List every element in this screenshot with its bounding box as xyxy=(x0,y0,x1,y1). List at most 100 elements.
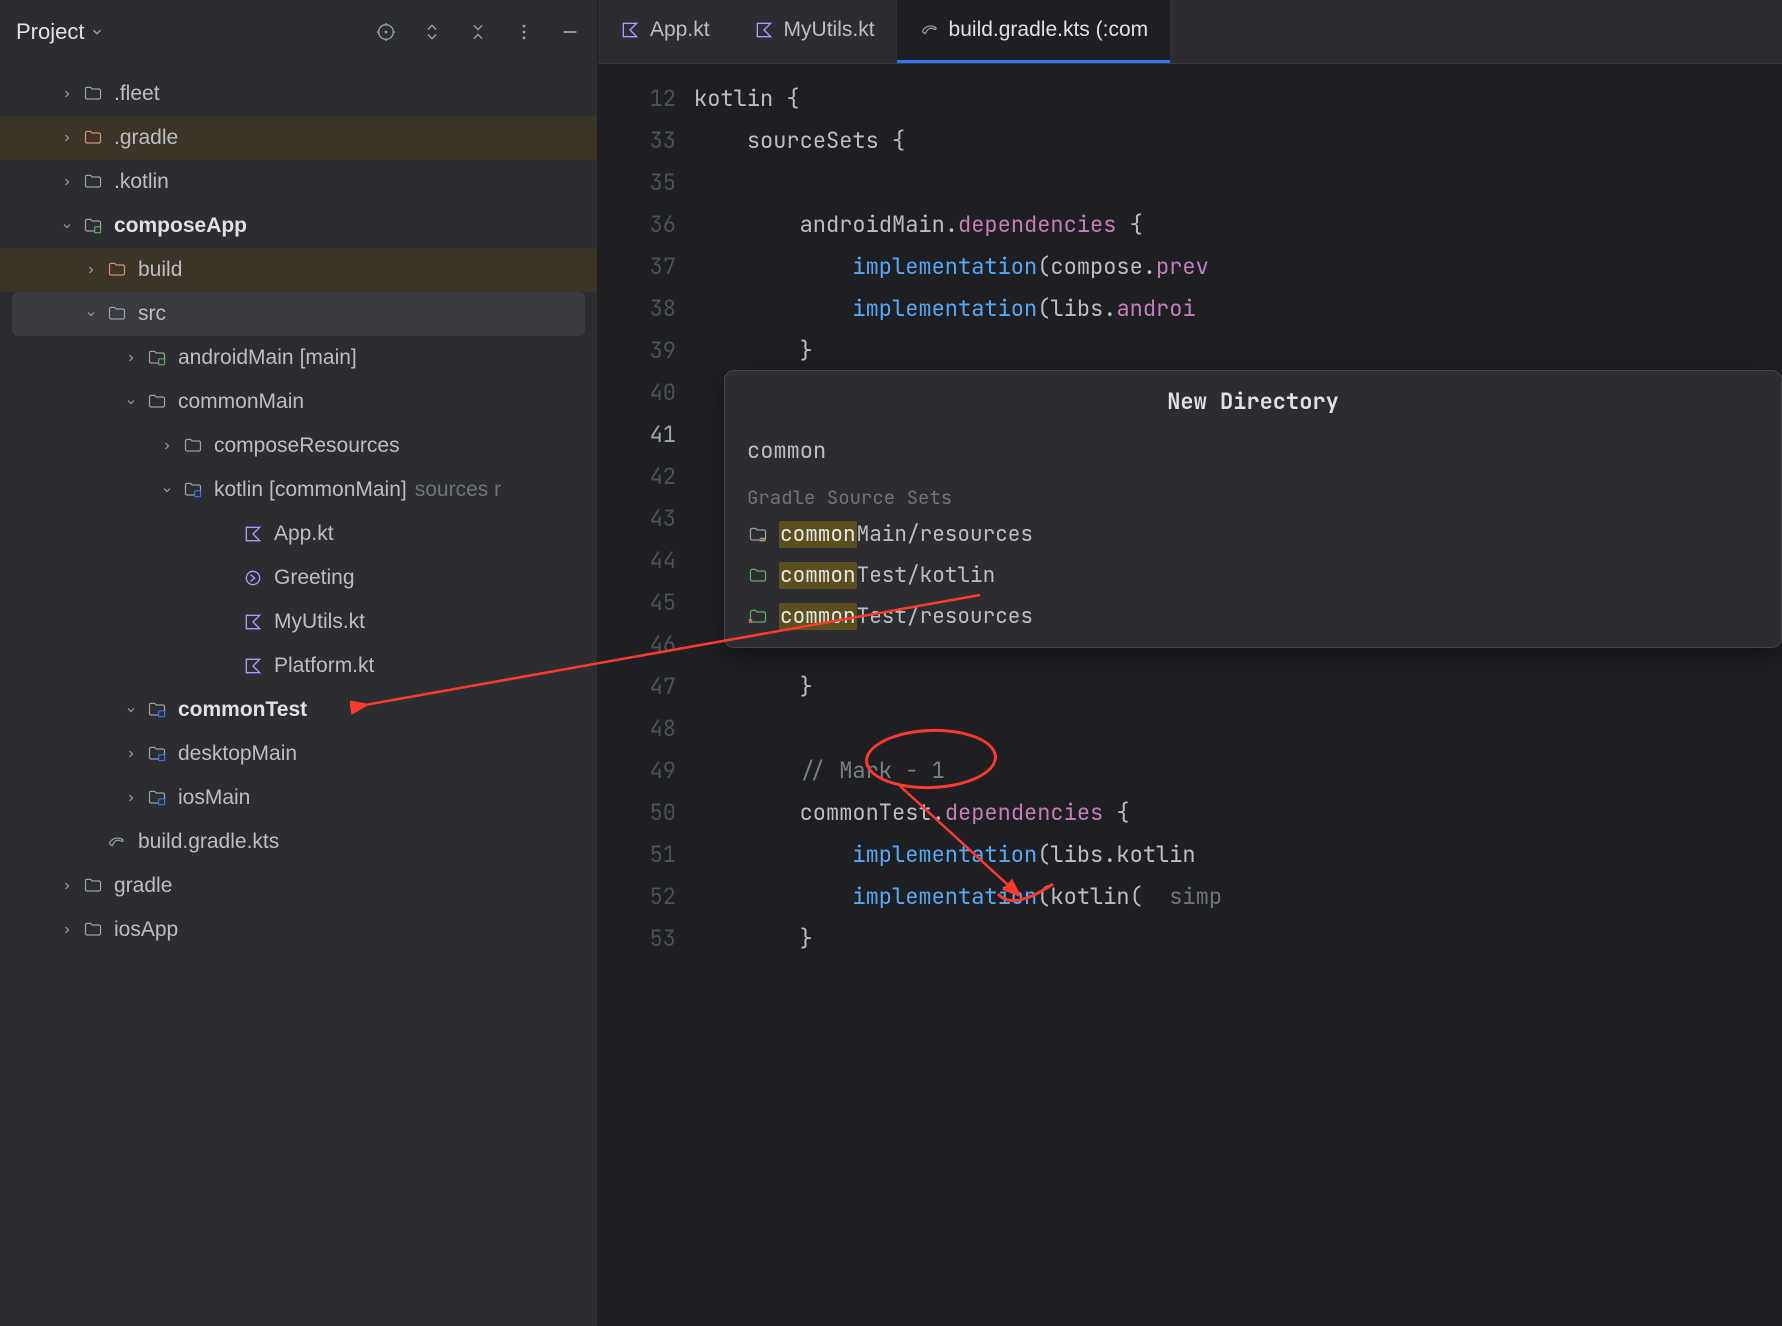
expand-toggle[interactable] xyxy=(56,880,78,892)
tree-item-commontest[interactable]: commonTest xyxy=(0,688,597,732)
tree-item--kotlin[interactable]: .kotlin xyxy=(0,160,597,204)
tree-item-desktopmain[interactable]: desktopMain xyxy=(0,732,597,776)
module-blue-icon xyxy=(182,479,204,501)
code-line[interactable]: implementation(kotlin( simp xyxy=(694,876,1782,918)
folder-testres-icon xyxy=(747,606,769,628)
tree-label: .fleet xyxy=(114,82,160,106)
line-number: 42 xyxy=(598,456,694,498)
expand-toggle[interactable] xyxy=(120,396,142,408)
folder-res-icon xyxy=(747,524,769,546)
tree-item-app-kt[interactable]: App.kt xyxy=(0,512,597,556)
tree-label: src xyxy=(138,302,166,326)
line-number: 37 xyxy=(598,246,694,288)
collapse-all-icon[interactable] xyxy=(467,21,489,43)
code-line[interactable]: } xyxy=(694,330,1782,372)
module-blue-icon xyxy=(146,699,168,721)
tree-item-composeapp[interactable]: composeApp xyxy=(0,204,597,248)
popup-item-label: commonTest/kotlin xyxy=(779,562,995,589)
popup-item[interactable]: commonTest/kotlin xyxy=(725,555,1781,596)
popup-section-header: Gradle Source Sets xyxy=(725,477,1781,514)
tree-item-greeting[interactable]: Greeting xyxy=(0,556,597,600)
tab-app-kt[interactable]: App.kt xyxy=(598,0,732,63)
gradle-icon xyxy=(919,20,939,40)
popup-item-label: commonTest/resources xyxy=(779,603,1033,630)
code-area[interactable]: 1233353637383940414243444546474849505152… xyxy=(598,64,1782,1326)
popup-item-label: commonMain/resources xyxy=(779,521,1033,548)
code-line[interactable]: // Mark - 1 xyxy=(694,750,1782,792)
kotlin-circle-icon xyxy=(242,567,264,589)
code-line[interactable] xyxy=(694,162,1782,204)
tree-item-commonmain[interactable]: commonMain xyxy=(0,380,597,424)
expand-toggle[interactable] xyxy=(80,264,102,276)
code-line[interactable]: sourceSets { xyxy=(694,120,1782,162)
expand-toggle[interactable] xyxy=(156,484,178,496)
gradle-icon xyxy=(106,831,128,853)
code-line[interactable]: } xyxy=(694,918,1782,960)
tree-item-composeresources[interactable]: composeResources xyxy=(0,424,597,468)
code-line[interactable]: implementation(compose.prev xyxy=(694,246,1782,288)
tab-label: MyUtils.kt xyxy=(784,18,875,42)
line-number: 51 xyxy=(598,834,694,876)
expand-toggle[interactable] xyxy=(120,352,142,364)
expand-toggle[interactable] xyxy=(120,704,142,716)
code-content[interactable]: kotlin { sourceSets { androidMain.depend… xyxy=(694,64,1782,1326)
tree-label: iosApp xyxy=(114,918,178,942)
module-green-icon xyxy=(146,347,168,369)
module-blue-icon xyxy=(146,743,168,765)
more-icon[interactable] xyxy=(513,21,535,43)
editor-area: App.kt MyUtils.kt build.gradle.kts (:com 1… xyxy=(598,0,1782,1326)
code-line[interactable]: implementation(libs.kotlin xyxy=(694,834,1782,876)
expand-toggle[interactable] xyxy=(56,176,78,188)
tree-item-platform-kt[interactable]: Platform.kt xyxy=(0,644,597,688)
tree-label: androidMain xyxy=(178,346,294,370)
tree-item-myutils-kt[interactable]: MyUtils.kt xyxy=(0,600,597,644)
target-icon[interactable] xyxy=(375,21,397,43)
tree-item--gradle[interactable]: .gradle xyxy=(0,116,597,160)
expand-toggle[interactable] xyxy=(56,132,78,144)
tree-item-build-gradle-kts[interactable]: build.gradle.kts xyxy=(0,820,597,864)
expand-toggle[interactable] xyxy=(120,792,142,804)
minimize-icon[interactable] xyxy=(559,21,581,43)
code-line[interactable] xyxy=(694,708,1782,750)
tree-item-build[interactable]: build xyxy=(0,248,597,292)
tree-label: App.kt xyxy=(274,522,334,546)
folder-orange-icon xyxy=(82,127,104,149)
code-line[interactable]: commonTest.dependencies { xyxy=(694,792,1782,834)
tree-item-gradle[interactable]: gradle xyxy=(0,864,597,908)
tree-item-src[interactable]: src xyxy=(12,292,585,336)
tree-item-kotlin[interactable]: kotlin[commonMain]sources r xyxy=(0,468,597,512)
code-line[interactable]: implementation(libs.androi xyxy=(694,288,1782,330)
expand-toggle[interactable] xyxy=(56,220,78,232)
tree-item-androidmain[interactable]: androidMain[main] xyxy=(0,336,597,380)
expand-toggle[interactable] xyxy=(56,88,78,100)
expand-all-icon[interactable] xyxy=(421,21,443,43)
expand-toggle[interactable] xyxy=(120,748,142,760)
tree-bracket: [main] xyxy=(300,346,357,370)
editor-tabs[interactable]: App.kt MyUtils.kt build.gradle.kts (:com xyxy=(598,0,1782,64)
expand-toggle[interactable] xyxy=(56,924,78,936)
popup-item[interactable]: commonTest/resources xyxy=(725,596,1781,637)
tab-build-gradle-kts-com[interactable]: build.gradle.kts (:com xyxy=(897,0,1171,63)
kotlin-icon xyxy=(242,611,264,633)
kotlin-icon xyxy=(620,20,640,40)
expand-toggle[interactable] xyxy=(156,440,178,452)
tab-myutils-kt[interactable]: MyUtils.kt xyxy=(732,0,897,63)
kotlin-icon xyxy=(242,523,264,545)
project-title[interactable]: Project xyxy=(16,19,375,45)
tree-label: iosMain xyxy=(178,786,250,810)
popup-input[interactable] xyxy=(747,436,1759,465)
code-line[interactable]: androidMain.dependencies { xyxy=(694,204,1782,246)
tree-item-iosapp[interactable]: iosApp xyxy=(0,908,597,952)
expand-toggle[interactable] xyxy=(80,308,102,320)
project-tree[interactable]: .fleet.gradle.kotlincomposeAppbuildsrcan… xyxy=(0,64,597,952)
gutter: 1233353637383940414243444546474849505152… xyxy=(598,64,694,1326)
code-line[interactable]: } xyxy=(694,666,1782,708)
tree-item-iosmain[interactable]: iosMain xyxy=(0,776,597,820)
popup-item[interactable]: commonMain/resources xyxy=(725,514,1781,555)
module-blue-icon xyxy=(146,787,168,809)
line-number: 38 xyxy=(598,288,694,330)
code-line[interactable]: kotlin { xyxy=(694,78,1782,120)
tree-bracket: [commonMain] xyxy=(269,478,407,502)
folder-icon xyxy=(82,919,104,941)
tree-item--fleet[interactable]: .fleet xyxy=(0,72,597,116)
